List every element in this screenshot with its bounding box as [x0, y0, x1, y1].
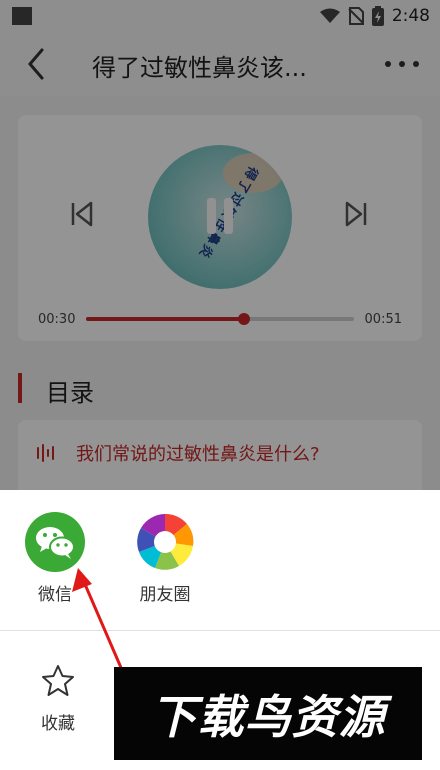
- share-wechat-label: 微信: [38, 585, 72, 605]
- modal-overlay[interactable]: [0, 0, 440, 490]
- watermark: 下载鸟资源: [114, 667, 422, 760]
- favorite-button[interactable]: 收藏: [18, 663, 98, 734]
- moments-icon: [135, 512, 195, 572]
- moments-aperture-graphic: [137, 513, 194, 570]
- wechat-bubbles-graphic: [36, 527, 75, 559]
- favorite-label: 收藏: [41, 714, 75, 734]
- watermark-text: 下载鸟资源: [150, 689, 386, 744]
- star-icon: [42, 665, 74, 696]
- divider: [0, 630, 440, 631]
- share-moments-label: 朋友圈: [139, 585, 191, 605]
- wechat-icon: [25, 512, 85, 572]
- share-wechat[interactable]: 微信: [15, 512, 95, 605]
- share-moments[interactable]: 朋友圈: [125, 512, 205, 605]
- app-screen: 2:48 得了过敏性鼻炎该... 得了过敏性鼻炎 00:30: [0, 0, 440, 770]
